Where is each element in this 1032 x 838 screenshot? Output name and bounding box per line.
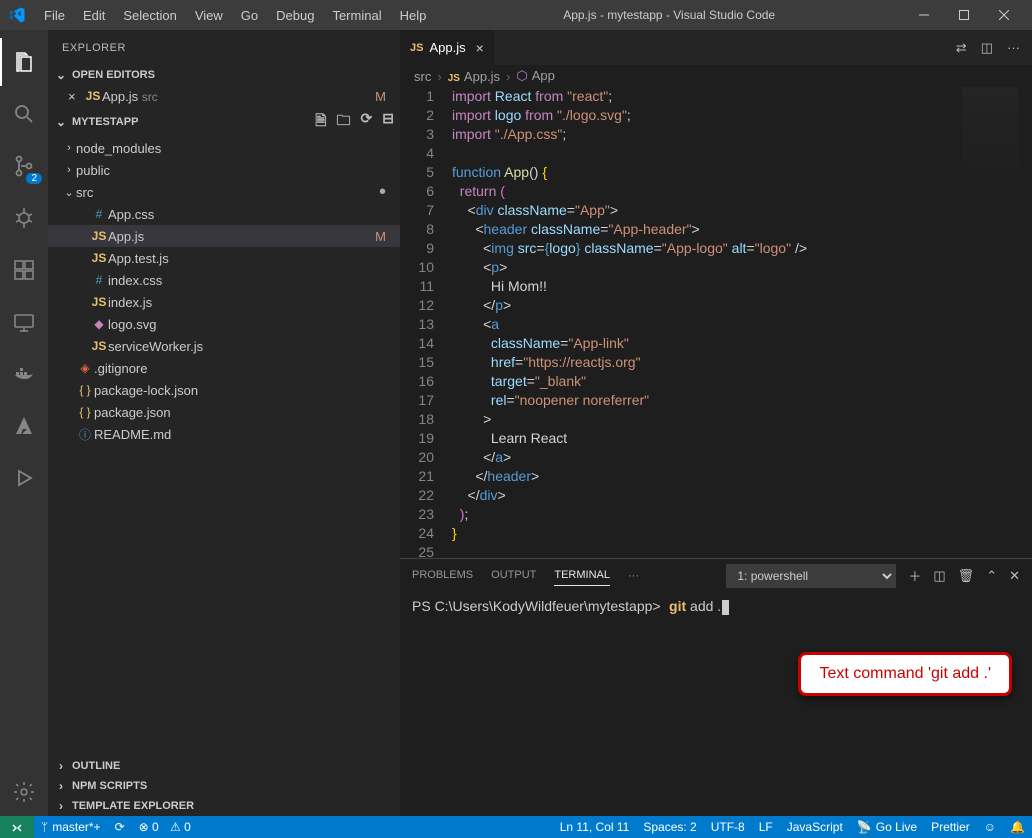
menu-edit[interactable]: Edit — [75, 4, 113, 27]
menu-view[interactable]: View — [187, 4, 231, 27]
problems-status[interactable]: ⊗ 0 ⚠ 0 — [132, 816, 198, 838]
folder-src[interactable]: ⌄src• — [48, 181, 400, 203]
search-icon[interactable] — [0, 90, 48, 138]
menu-terminal[interactable]: Terminal — [324, 4, 389, 27]
explorer-icon[interactable] — [0, 38, 48, 86]
split-editor-icon[interactable]: ◫ — [981, 40, 993, 56]
folder-section[interactable]: ⌄MYTESTAPP 🗎 🗀 ⟳ ⊟ — [48, 107, 400, 137]
compare-icon[interactable]: ⇄ — [956, 40, 967, 56]
menu-file[interactable]: File — [36, 4, 73, 27]
file-index-css[interactable]: #index.css — [48, 269, 400, 291]
source-control-icon[interactable]: 2 — [0, 142, 48, 190]
annotation-callout: Text command 'git add .' — [798, 652, 1012, 696]
menu-go[interactable]: Go — [233, 4, 266, 27]
close-panel-icon[interactable]: ✕ — [1009, 568, 1020, 584]
sidebar: EXPLORER ⌄OPEN EDITORS ×JSApp.js srcM ⌄M… — [48, 30, 400, 816]
panel-tab-terminal[interactable]: TERMINAL — [554, 565, 610, 586]
terminal[interactable]: PS C:\Users\KodyWildfeuer\mytestapp> git… — [400, 592, 1032, 816]
kill-terminal-icon[interactable]: 🗑 — [958, 568, 975, 584]
docker-icon[interactable] — [0, 350, 48, 398]
section-outline[interactable]: ›OUTLINE — [48, 756, 400, 776]
more-icon[interactable]: ··· — [1007, 40, 1020, 55]
play-icon[interactable] — [0, 454, 48, 502]
file-serviceWorker-js[interactable]: JSserviceWorker.js — [48, 335, 400, 357]
new-file-icon[interactable]: 🗎 — [315, 110, 326, 134]
language-mode-status[interactable]: JavaScript — [780, 816, 850, 838]
tab-label: App.js — [429, 40, 465, 55]
maximize-button[interactable] — [944, 0, 984, 30]
remote-indicator[interactable] — [0, 816, 34, 838]
remote-explorer-icon[interactable] — [0, 298, 48, 346]
new-folder-icon[interactable]: 🗀 — [337, 110, 351, 134]
file-package-lock-json[interactable]: { }package-lock.json — [48, 379, 400, 401]
window-title: App.js - mytestapp - Visual Studio Code — [434, 8, 904, 22]
breadcrumb[interactable]: src›JSApp.js›⬡App — [400, 65, 1032, 87]
terminal-selector[interactable]: 1: powershell — [726, 564, 896, 588]
folder-public[interactable]: ›public — [48, 159, 400, 181]
terminal-cursor-icon — [722, 600, 729, 615]
tab-bar: JS App.js × ⇄ ◫ ··· — [400, 30, 1032, 65]
split-terminal-icon[interactable]: ◫ — [933, 568, 945, 584]
indentation-status[interactable]: Spaces: 2 — [636, 816, 703, 838]
panel-tab-output[interactable]: OUTPUT — [491, 565, 536, 586]
panel-tab-problems[interactable]: PROBLEMS — [412, 565, 473, 586]
vscode-logo-icon — [8, 6, 26, 24]
open-editors-section[interactable]: ⌄OPEN EDITORS — [48, 65, 400, 85]
file-README-md[interactable]: ⓘREADME.md — [48, 423, 400, 445]
cursor-position-status[interactable]: Ln 11, Col 11 — [553, 816, 637, 838]
file-App-js[interactable]: JSApp.jsM — [48, 225, 400, 247]
azure-icon[interactable] — [0, 402, 48, 450]
git-sync-status[interactable]: ⟳ — [108, 816, 132, 838]
settings-gear-icon[interactable] — [0, 768, 48, 816]
encoding-status[interactable]: UTF-8 — [704, 816, 752, 838]
file-package-json[interactable]: { }package.json — [48, 401, 400, 423]
menu-selection[interactable]: Selection — [115, 4, 184, 27]
editor-area: JS App.js × ⇄ ◫ ··· src›JSApp.js›⬡App 12… — [400, 30, 1032, 816]
file-App-css[interactable]: #App.css — [48, 203, 400, 225]
extensions-icon[interactable] — [0, 246, 48, 294]
tab-close-icon[interactable]: × — [476, 40, 484, 56]
file-App-test-js[interactable]: JSApp.test.js — [48, 247, 400, 269]
titlebar: FileEditSelectionViewGoDebugTerminalHelp… — [0, 0, 1032, 30]
collapse-all-icon[interactable]: ⊟ — [382, 110, 394, 134]
new-terminal-icon[interactable]: ＋ — [908, 566, 921, 585]
notifications-icon[interactable]: 🔔 — [1003, 816, 1032, 838]
activity-bar: 2 — [0, 30, 48, 816]
menu-help[interactable]: Help — [392, 4, 435, 27]
git-branch-status[interactable]: ᛘ master*+ — [34, 816, 108, 838]
file-logo-svg[interactable]: ◆logo.svg — [48, 313, 400, 335]
minimize-button[interactable] — [904, 0, 944, 30]
scm-badge: 2 — [26, 173, 42, 184]
panel-more-icon[interactable]: ··· — [628, 566, 639, 586]
sidebar-title: EXPLORER — [48, 30, 400, 65]
debug-icon[interactable] — [0, 194, 48, 242]
js-icon: JS — [410, 42, 423, 54]
go-live-status[interactable]: 📡 Go Live — [850, 816, 924, 838]
maximize-panel-icon[interactable]: ⌃ — [986, 568, 997, 584]
prettier-status[interactable]: Prettier — [924, 816, 977, 838]
open-editor-item[interactable]: ×JSApp.js srcM — [48, 85, 400, 107]
terminal-prompt: PS C:\Users\KodyWildfeuer\mytestapp> — [412, 598, 661, 614]
main-menu: FileEditSelectionViewGoDebugTerminalHelp — [36, 4, 434, 27]
minimap[interactable] — [962, 87, 1018, 187]
section-template-explorer[interactable]: ›TEMPLATE EXPLORER — [48, 796, 400, 816]
section-npm-scripts[interactable]: ›NPM SCRIPTS — [48, 776, 400, 796]
eol-status[interactable]: LF — [752, 816, 780, 838]
menu-debug[interactable]: Debug — [268, 4, 322, 27]
refresh-icon[interactable]: ⟳ — [361, 110, 373, 134]
status-bar: ᛘ master*+ ⟳ ⊗ 0 ⚠ 0 Ln 11, Col 11 Space… — [0, 816, 1032, 838]
feedback-icon[interactable]: ☺ — [977, 816, 1003, 838]
close-button[interactable] — [984, 0, 1024, 30]
folder-node_modules[interactable]: ›node_modules — [48, 137, 400, 159]
file--gitignore[interactable]: ◈.gitignore — [48, 357, 400, 379]
tab-app-js[interactable]: JS App.js × — [400, 30, 495, 65]
code-editor[interactable]: 1234567891011121314151617181920212223242… — [400, 87, 1032, 558]
file-index-js[interactable]: JSindex.js — [48, 291, 400, 313]
